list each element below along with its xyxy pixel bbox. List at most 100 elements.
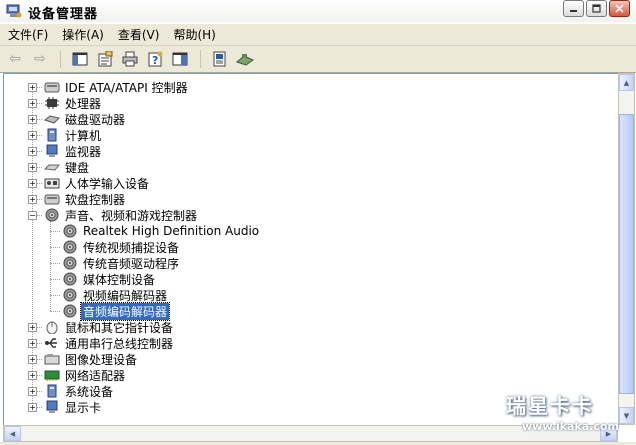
processor-icon [45, 97, 59, 109]
tree-category[interactable]: 软盘控制器 [44, 191, 127, 207]
tree-item-label: 软盘控制器 [65, 192, 126, 207]
menu-view[interactable]: 查看(V) [110, 26, 166, 43]
expand-icon[interactable]: + [28, 131, 37, 140]
tree-category[interactable]: 声音、视频和游戏控制器 [44, 207, 199, 223]
expand-icon[interactable]: + [28, 371, 37, 380]
expand-icon[interactable]: + [28, 323, 37, 332]
tree-category[interactable]: 监视器 [44, 143, 103, 159]
tree-device[interactable]: 传统音频驱动程序 [62, 255, 181, 271]
sound-icon [63, 224, 77, 238]
expand-icon[interactable]: + [28, 83, 37, 92]
tree-branch-line [50, 311, 60, 312]
sound-icon [63, 240, 77, 254]
window-controls [563, 0, 630, 17]
menu-file[interactable]: 文件(F) [0, 26, 54, 43]
tree-item-label: 键盘 [65, 160, 90, 175]
sound-icon [63, 256, 77, 270]
tree-device[interactable]: 音频编码解码器 [62, 301, 171, 321]
minimize-button[interactable] [563, 0, 584, 17]
network-button[interactable] [236, 50, 254, 68]
computer-icon [47, 128, 57, 142]
menu-action[interactable]: 操作(A) [54, 26, 110, 43]
title-bar[interactable]: 设备管理器 [0, 0, 636, 22]
usb-icon [45, 338, 57, 348]
tree-category[interactable]: 通用串行总线控制器 [44, 335, 175, 351]
tree-item-label: 鼠标和其它指针设备 [65, 320, 174, 335]
tree-item-label: 计算机 [65, 128, 102, 143]
tree-item-label: 通用串行总线控制器 [65, 336, 174, 351]
tree-category[interactable]: 网络适配器 [44, 367, 127, 383]
close-button[interactable] [609, 0, 630, 17]
expand-icon[interactable]: + [28, 355, 37, 364]
tree-category[interactable]: 处理器 [44, 95, 103, 111]
scroll-thumb[interactable] [619, 114, 634, 394]
tree-item-label: Realtek High Definition Audio [83, 224, 260, 238]
device-tree[interactable]: + IDE ATA/ATAPI 控制器 + 处理器 + 磁盘驱动器 + 计算机 + 监视器 + 键盘 +… [3, 73, 619, 427]
tree-device[interactable]: 媒体控制设备 [62, 271, 157, 287]
tree-item-label: 人体学输入设备 [65, 176, 150, 191]
maximize-button[interactable] [586, 0, 607, 17]
menu-bar: 文件(F) 操作(A) 查看(V) 帮助(H) [0, 24, 636, 46]
tree-category[interactable]: 人体学输入设备 [44, 175, 151, 191]
expand-icon[interactable]: + [28, 163, 37, 172]
properties-button[interactable] [96, 50, 114, 68]
tree-item-label: 媒体控制设备 [83, 272, 156, 287]
tree-item-label: 视频编码解码器 [83, 288, 168, 303]
scroll-left-button[interactable]: ◀ [4, 426, 21, 441]
horizontal-scrollbar[interactable]: ◀ ▶ [3, 425, 618, 442]
scroll-up-button[interactable]: ▲ [619, 74, 634, 91]
expand-icon[interactable]: + [28, 339, 37, 348]
scroll-right-button[interactable]: ▶ [600, 426, 617, 441]
scan-hardware-button[interactable] [211, 50, 229, 68]
ide-controller-icon [44, 82, 60, 93]
tree-category[interactable]: 图像处理设备 [44, 351, 139, 367]
tree-category[interactable]: 显示卡 [44, 399, 103, 415]
scroll-down-arrow-icon: ▼ [623, 411, 630, 420]
window-title: 设备管理器 [28, 7, 99, 22]
expand-icon[interactable]: + [28, 195, 37, 204]
expand-icon[interactable]: + [28, 115, 37, 124]
help-icon: ? [148, 51, 163, 67]
tree-item-label: 音频编码解码器 [79, 301, 171, 321]
expand-icon[interactable]: + [28, 403, 37, 412]
imaging-device-icon [44, 354, 60, 365]
tree-branch-line [50, 263, 60, 264]
vertical-scrollbar[interactable]: ▲ ▼ [618, 73, 635, 425]
device-manager-window: 设备管理器 文件(F) 操作(A) 查看(V) 帮助(H) ⇦ ⇨ ? + ID… [0, 0, 636, 445]
expand-icon[interactable]: + [28, 387, 37, 396]
collapse-icon[interactable]: − [28, 211, 37, 220]
sound-icon [63, 272, 77, 286]
menu-help[interactable]: 帮助(H) [165, 26, 221, 43]
tree-branch-line [50, 247, 60, 248]
monitor-icon [46, 144, 58, 157]
help-button[interactable]: ? [146, 50, 164, 68]
tree-category[interactable]: 磁盘驱动器 [44, 111, 127, 127]
expand-icon[interactable]: + [28, 147, 37, 156]
toolbar-separator [60, 50, 61, 68]
sound-icon [63, 304, 77, 318]
expand-icon[interactable]: + [28, 99, 37, 108]
expand-icon[interactable]: + [28, 179, 37, 188]
forward-button[interactable]: ⇨ [31, 50, 49, 68]
scroll-down-button[interactable]: ▼ [619, 407, 634, 424]
tree-category[interactable]: IDE ATA/ATAPI 控制器 [44, 79, 190, 95]
properties-view-icon [98, 51, 113, 67]
tree-device[interactable]: 视频编码解码器 [62, 287, 169, 303]
tree-device[interactable]: 传统视频捕捉设备 [62, 239, 181, 255]
system-device-icon [47, 384, 57, 398]
tree-category[interactable]: 系统设备 [44, 383, 115, 399]
tree-item-label: 显示卡 [65, 400, 102, 415]
tree-category[interactable]: 计算机 [44, 127, 103, 143]
tree-device[interactable]: Realtek High Definition Audio [62, 223, 261, 239]
back-button[interactable]: ⇦ [6, 50, 24, 68]
device-manager-app-icon [6, 4, 22, 18]
tree-category[interactable]: 鼠标和其它指针设备 [44, 319, 175, 335]
tree-branch-line [50, 279, 60, 280]
tree-item-label: 磁盘驱动器 [65, 112, 126, 127]
update-driver-button[interactable] [171, 50, 189, 68]
tree-item-label: 声音、视频和游戏控制器 [65, 208, 198, 223]
show-hide-console-tree-button[interactable] [71, 50, 89, 68]
print-button[interactable] [121, 50, 139, 68]
driver-icon [172, 52, 188, 66]
tree-category[interactable]: 键盘 [44, 159, 91, 175]
